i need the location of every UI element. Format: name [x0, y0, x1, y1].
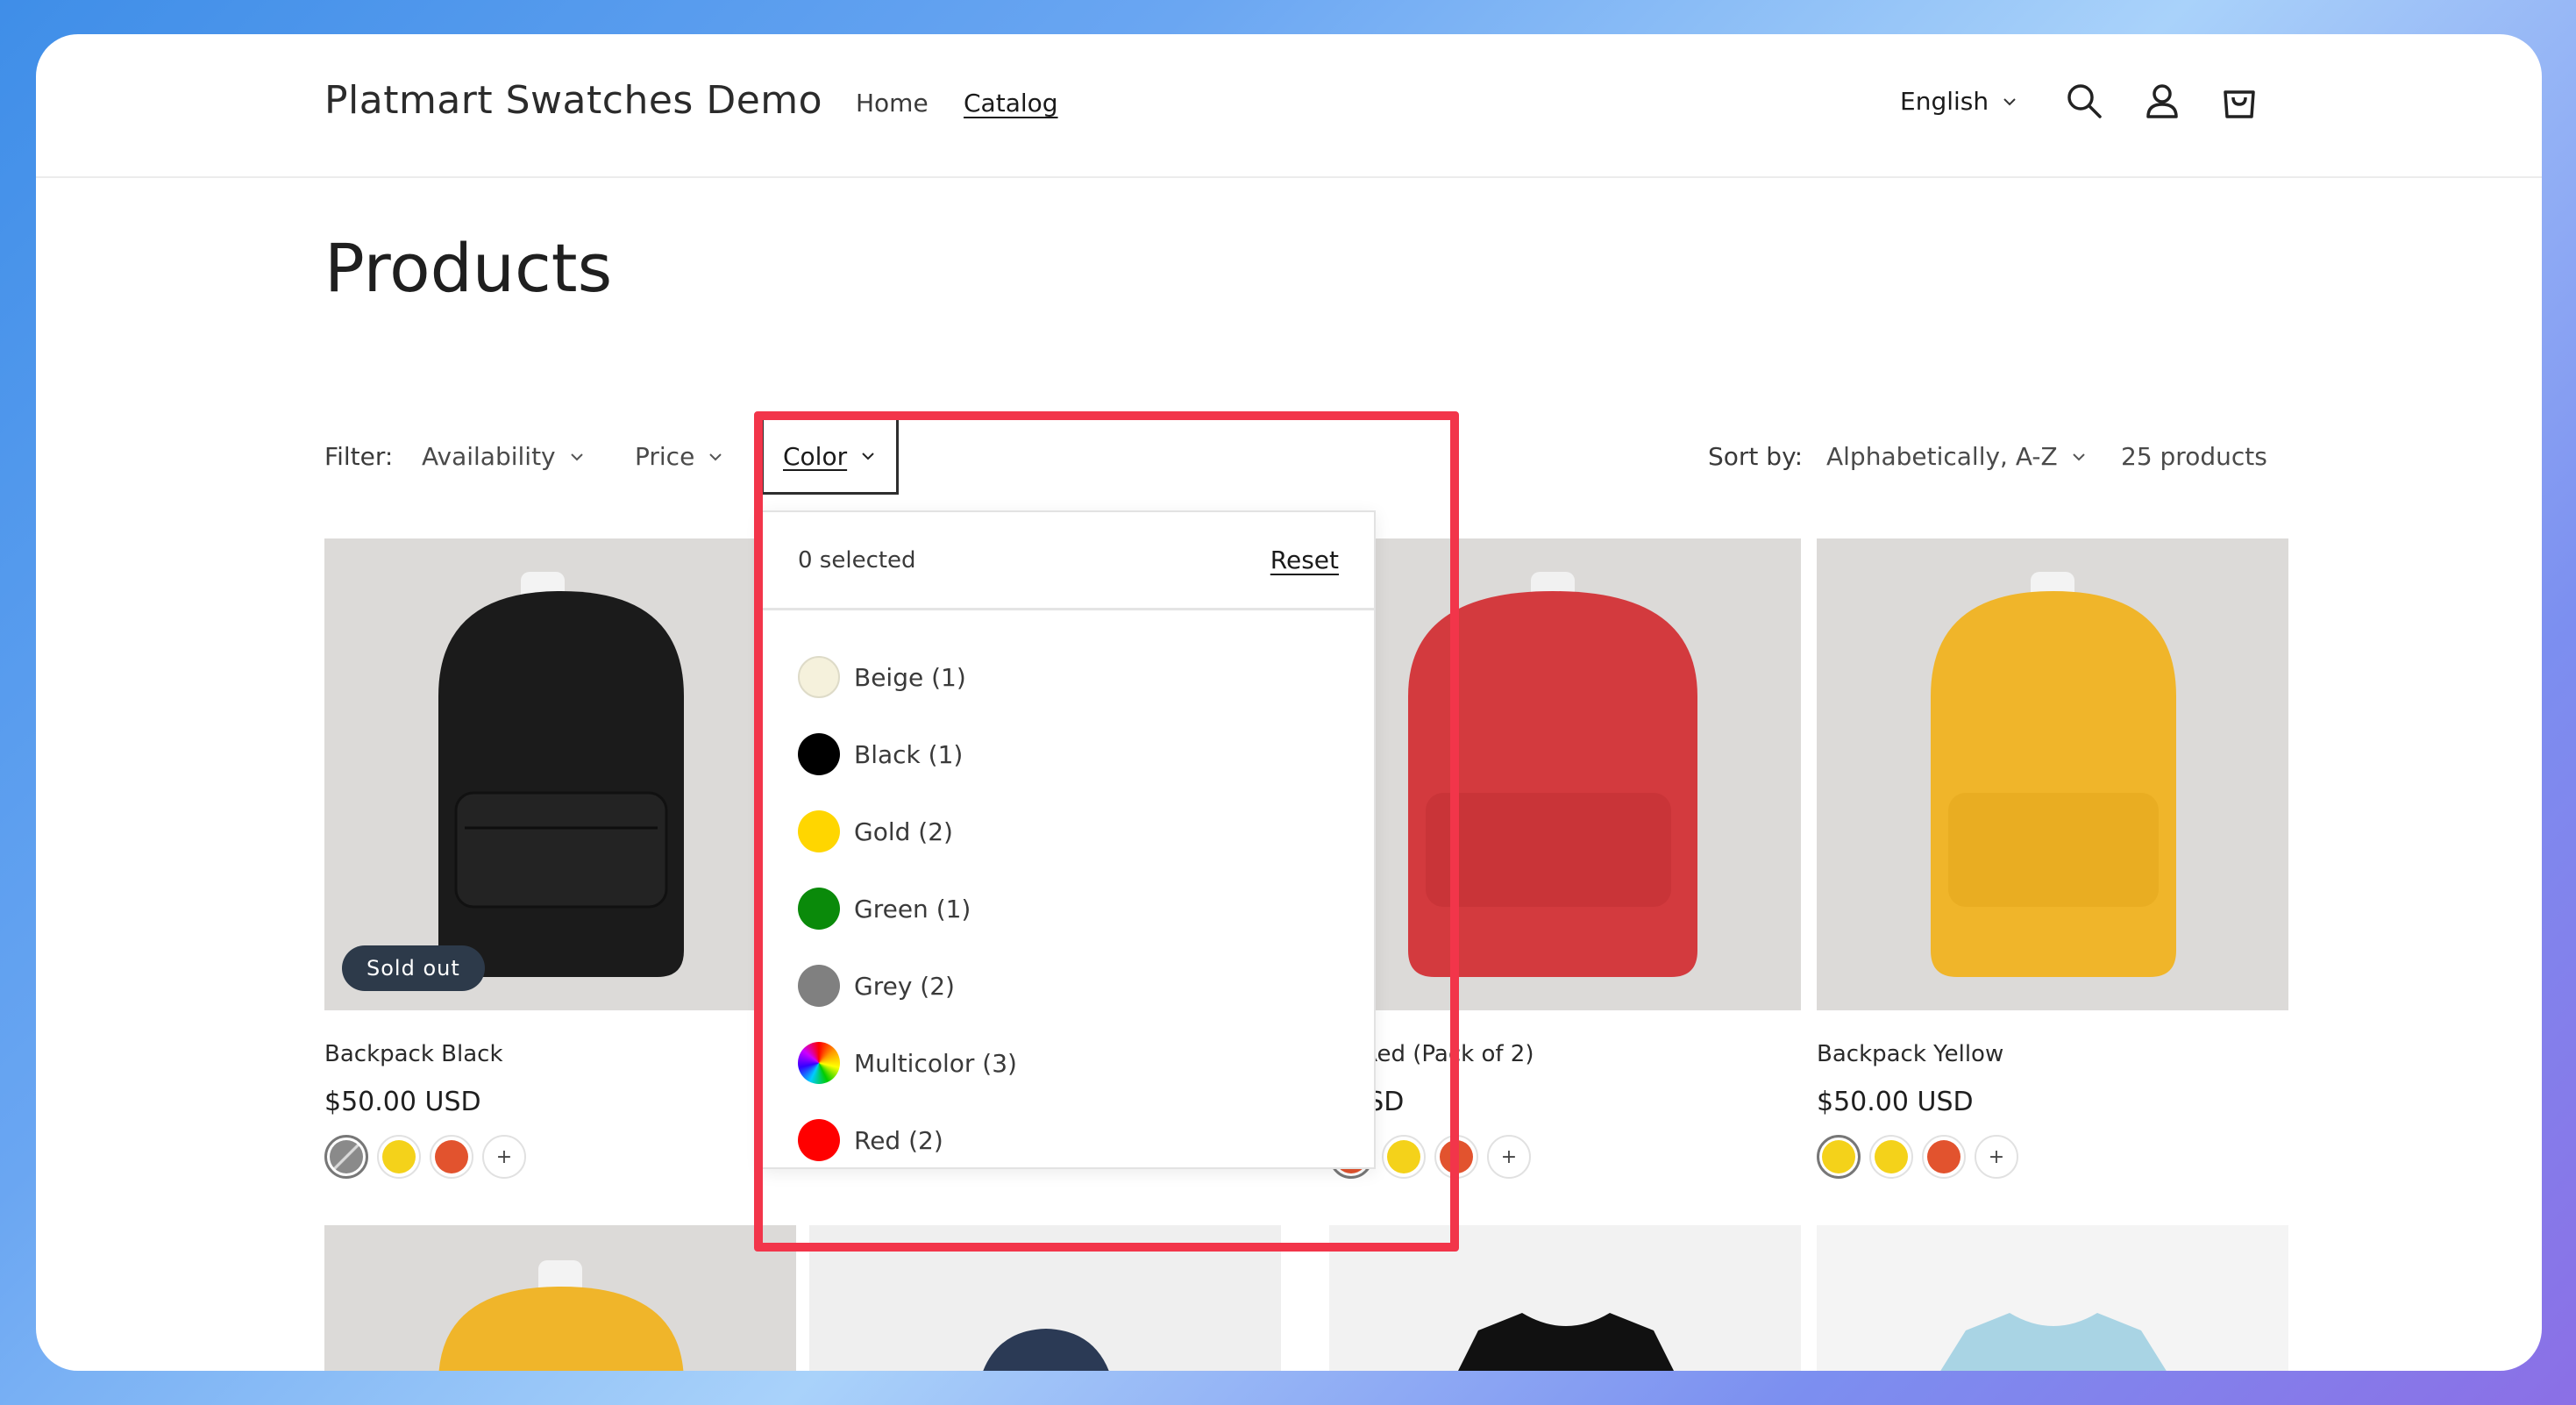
chevron-down-icon — [2072, 453, 2085, 460]
beige-swatch-icon — [798, 656, 840, 698]
sold-out-badge: Sold out — [342, 945, 485, 991]
product-image-backpack-red[interactable] — [1329, 538, 1801, 1010]
filter-availability-label: Availability — [422, 442, 556, 471]
product-image-row2-2[interactable] — [809, 1225, 1281, 1371]
language-selector[interactable]: English — [1900, 87, 2018, 116]
product-image-row2-4[interactable] — [1817, 1225, 2288, 1371]
more-swatches-button[interactable]: + — [482, 1135, 526, 1179]
dropdown-header: 0 selected Reset — [763, 512, 1374, 610]
page-title: Products — [324, 229, 613, 307]
color-option-label: Beige (1) — [854, 662, 966, 692]
chevron-down-icon — [709, 453, 722, 460]
color-option-red[interactable]: Red (2) — [798, 1102, 1017, 1179]
filter-color-label: Color — [783, 441, 848, 471]
filter-availability[interactable]: Availability — [422, 442, 586, 471]
color-option-black[interactable]: Black (1) — [798, 716, 1017, 793]
account-icon[interactable] — [2141, 80, 2183, 122]
green-swatch-icon — [798, 888, 840, 930]
product-title[interactable]: Backpack Yellow — [1817, 1041, 2003, 1067]
product-image-backpack-yellow[interactable] — [1817, 538, 2288, 1010]
more-swatches-button[interactable]: + — [1975, 1135, 2018, 1179]
swatch-red[interactable] — [1434, 1135, 1478, 1179]
nav-home[interactable]: Home — [856, 89, 929, 118]
swatch-red[interactable] — [1922, 1135, 1966, 1179]
product-price: $50.00 USD — [324, 1087, 481, 1117]
product-image-row2-1[interactable] — [324, 1225, 796, 1371]
product-swatches: + — [324, 1135, 526, 1179]
language-label: English — [1900, 87, 1989, 116]
swatch-gold[interactable] — [1869, 1135, 1913, 1179]
cart-icon[interactable] — [2218, 80, 2260, 122]
color-option-beige[interactable]: Beige (1) — [798, 638, 1017, 716]
sort-select[interactable]: Alphabetically, A-Z — [1826, 442, 2088, 471]
filter-label: Filter: — [324, 442, 394, 471]
grey-swatch-icon — [798, 965, 840, 1007]
color-option-label: Grey (2) — [854, 971, 955, 1001]
color-option-label: Gold (2) — [854, 817, 953, 846]
color-option-label: Multicolor (3) — [854, 1048, 1017, 1078]
color-options-list: Beige (1) Black (1) Gold (2) Green (1) G… — [798, 638, 1017, 1179]
product-image-row2-3[interactable] — [1329, 1225, 1801, 1371]
chevron-down-icon — [570, 453, 583, 460]
search-icon[interactable] — [2063, 80, 2105, 122]
color-option-green[interactable]: Green (1) — [798, 870, 1017, 947]
color-option-label: Black (1) — [854, 739, 964, 769]
filter-price[interactable]: Price — [635, 442, 724, 471]
swatch-gold[interactable] — [1382, 1135, 1426, 1179]
product-title[interactable]: Backpack Black — [324, 1041, 503, 1067]
site-header: Platmart Swatches Demo Home Catalog Engl… — [36, 34, 2542, 178]
sort-label: Sort by: — [1708, 442, 1804, 471]
product-count: 25 products — [2121, 442, 2267, 471]
chevron-down-icon — [862, 453, 874, 460]
sort-select-value: Alphabetically, A-Z — [1826, 442, 2058, 471]
color-filter-dropdown: 0 selected Reset Beige (1) Black (1) Gol… — [761, 510, 1376, 1169]
browser-window: Platmart Swatches Demo Home Catalog Engl… — [36, 34, 2542, 1371]
black-swatch-icon — [798, 733, 840, 775]
swatch-grey-crossed[interactable] — [324, 1135, 368, 1179]
product-swatches: + — [1817, 1135, 2018, 1179]
nav-catalog[interactable]: Catalog — [964, 89, 1058, 118]
store-logo[interactable]: Platmart Swatches Demo — [324, 78, 822, 123]
chevron-down-icon — [2003, 97, 2016, 105]
color-option-label: Red (2) — [854, 1125, 943, 1155]
color-option-grey[interactable]: Grey (2) — [798, 947, 1017, 1024]
more-swatches-button[interactable]: + — [1487, 1135, 1531, 1179]
color-option-label: Green (1) — [854, 894, 971, 924]
filter-color[interactable]: Color — [761, 417, 900, 495]
swatch-red[interactable] — [430, 1135, 473, 1179]
swatch-gold-selected[interactable] — [1817, 1135, 1861, 1179]
reset-button[interactable]: Reset — [1270, 546, 1339, 574]
product-price: $50.00 USD — [1817, 1087, 1974, 1117]
filter-price-label: Price — [635, 442, 695, 471]
multicolor-swatch-icon — [798, 1042, 840, 1084]
swatch-gold[interactable] — [377, 1135, 421, 1179]
product-image-backpack-black[interactable]: Sold out — [324, 538, 796, 1010]
gold-swatch-icon — [798, 810, 840, 852]
red-swatch-icon — [798, 1119, 840, 1161]
selected-count: 0 selected — [798, 547, 916, 574]
color-option-gold[interactable]: Gold (2) — [798, 793, 1017, 870]
color-option-multicolor[interactable]: Multicolor (3) — [798, 1024, 1017, 1102]
